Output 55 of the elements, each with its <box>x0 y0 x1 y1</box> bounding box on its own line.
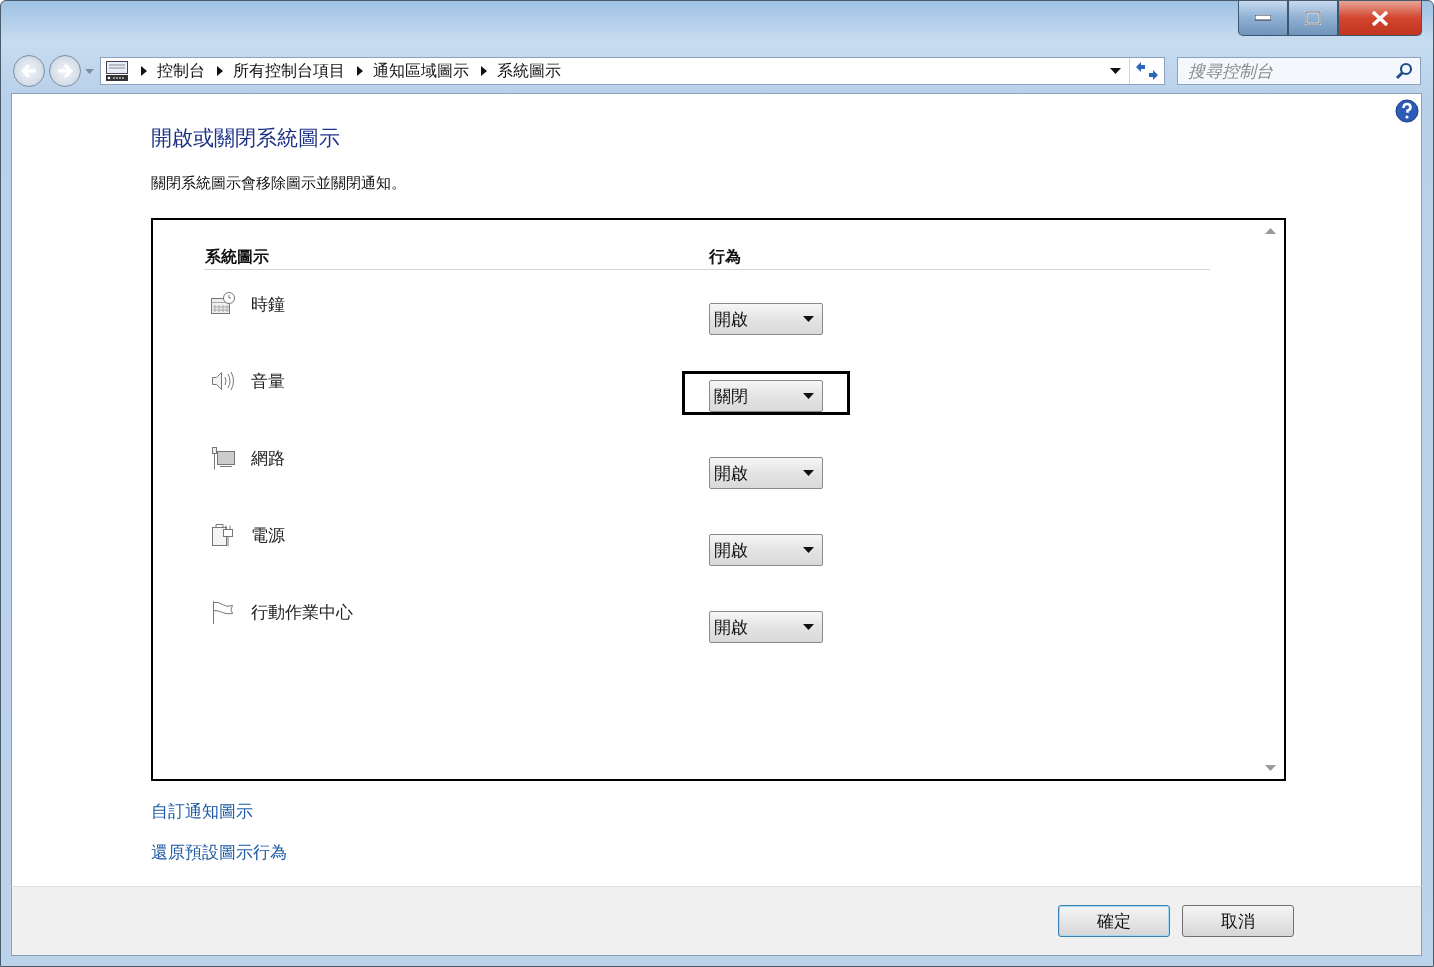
close-button[interactable] <box>1338 1 1422 36</box>
address-bar[interactable]: 控制台 所有控制台項目 通知區域圖示 系統圖示 <box>100 57 1165 85</box>
minimize-icon <box>1255 15 1271 21</box>
column-header: 系統圖示 <box>204 246 270 268</box>
dropdown-arrow-icon <box>803 547 814 553</box>
search-field[interactable]: 搜尋控制台 <box>1177 57 1421 85</box>
breadcrumb-arrow-icon <box>481 66 487 76</box>
system-icon-name: 網路 <box>251 447 285 470</box>
dropdown-arrow-icon <box>803 393 814 399</box>
settings-link[interactable]: 自訂通知圖示 <box>151 799 253 823</box>
page-heading: 開啟或關閉系統圖示 <box>151 125 341 152</box>
refresh-icon[interactable] <box>1136 62 1158 80</box>
speaker-icon <box>210 369 236 393</box>
battery-plug-icon <box>210 523 236 547</box>
system-icon-name: 行動作業中心 <box>251 601 353 624</box>
breadcrumb-item[interactable]: 通知區域圖示 <box>373 60 469 82</box>
dropdown-arrow-icon <box>803 316 814 322</box>
breadcrumb-item[interactable]: 控制台 <box>157 60 205 82</box>
dropdown-arrow-icon <box>803 624 814 630</box>
behavior-dropdown[interactable]: 關閉 <box>709 380 823 412</box>
dialog-button[interactable]: 取消 <box>1182 905 1294 937</box>
close-icon <box>1371 10 1389 26</box>
behavior-dropdown[interactable]: 開啟 <box>709 303 823 335</box>
help-icon[interactable] <box>1395 99 1419 123</box>
calendar-clock-icon <box>210 292 236 316</box>
scroll-up-icon[interactable] <box>1264 228 1276 234</box>
search-icon <box>1395 62 1413 80</box>
behavior-dropdown[interactable]: 開啟 <box>709 611 823 643</box>
maximize-button[interactable] <box>1288 1 1338 36</box>
behavior-dropdown[interactable]: 開啟 <box>709 534 823 566</box>
back-button[interactable] <box>13 55 45 87</box>
maximize-icon <box>1305 11 1321 25</box>
breadcrumb-item[interactable]: 系統圖示 <box>497 60 561 82</box>
back-arrow-icon <box>21 64 37 78</box>
scroll-down-icon[interactable] <box>1264 765 1276 771</box>
description-text: 關閉系統圖示會移除圖示並關閉通知。 <box>151 173 407 194</box>
flag-icon <box>210 600 236 624</box>
system-icon-name: 時鐘 <box>251 293 285 316</box>
address-dropdown-icon[interactable] <box>1110 68 1121 74</box>
settings-link[interactable]: 還原預設圖示行為 <box>151 840 287 864</box>
forward-arrow-icon <box>57 64 73 78</box>
behavior-dropdown[interactable]: 開啟 <box>709 457 823 489</box>
computer-network-icon <box>210 446 236 470</box>
breadcrumb-item[interactable]: 所有控制台項目 <box>233 60 345 82</box>
minimize-button[interactable] <box>1238 1 1288 36</box>
system-icon-name: 電源 <box>251 524 285 547</box>
breadcrumb-arrow-icon <box>217 66 223 76</box>
column-header: 行為 <box>709 246 742 268</box>
breadcrumb-arrow-icon <box>357 66 363 76</box>
control-panel-icon <box>105 60 129 82</box>
forward-button[interactable] <box>49 55 81 87</box>
breadcrumb-arrow-icon <box>141 66 147 76</box>
dropdown-arrow-icon <box>803 470 814 476</box>
dialog-button[interactable]: 確定 <box>1058 905 1170 937</box>
system-icon-name: 音量 <box>251 370 285 393</box>
